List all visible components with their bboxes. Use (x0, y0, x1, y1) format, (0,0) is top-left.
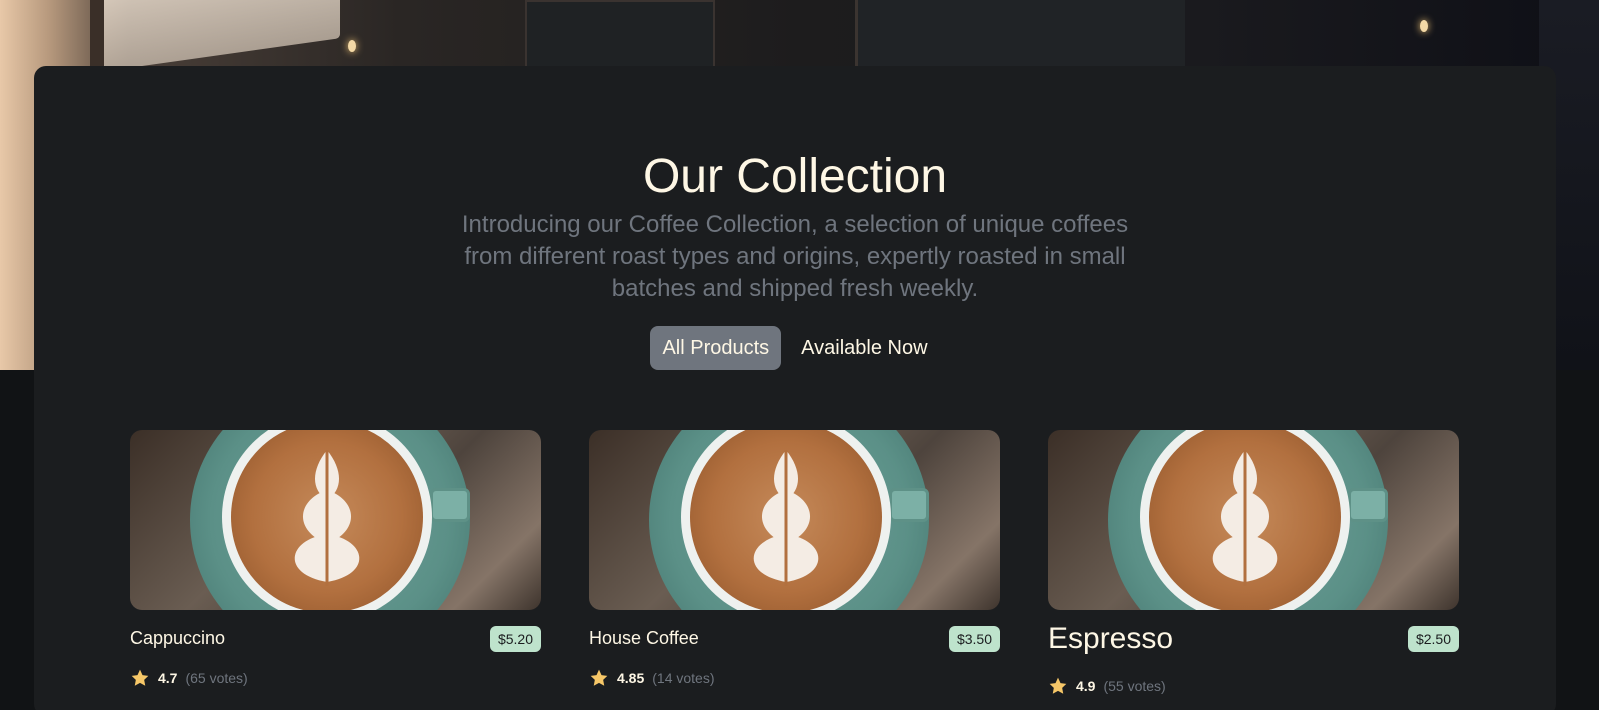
rating-score: 4.85 (617, 670, 645, 686)
collection-panel: Our Collection Introducing our Coffee Co… (34, 66, 1556, 710)
latte-art-icon (294, 450, 360, 586)
rating-score: 4.7 (158, 670, 178, 686)
star-icon (131, 669, 149, 686)
lamp-light (348, 40, 356, 52)
price-badge: $5.20 (489, 626, 541, 652)
product-grid: Cappuccino $5.20 4.7 (65 votes) House Co… (130, 430, 1460, 694)
cafe-awning (100, 0, 340, 72)
coffee-cup-image (589, 430, 1000, 610)
price-badge: $2.50 (1407, 626, 1459, 652)
chalkboard (525, 0, 715, 70)
chalkboard (855, 0, 1185, 70)
product-card[interactable]: Espresso $2.50 4.9 (55 votes) (1048, 430, 1459, 694)
collection-description: Introducing our Coffee Collection, a sel… (461, 211, 1129, 302)
latte-art-icon (1212, 450, 1278, 586)
filter-tabs: All Products Available Now (34, 326, 1556, 370)
star-icon (1049, 677, 1067, 694)
page-title: Our Collection (642, 150, 948, 203)
product-name: House Coffee (589, 628, 699, 648)
rating-score: 4.9 (1076, 678, 1096, 694)
product-rating: 4.7 (65 votes) (130, 668, 248, 688)
wooden-post (90, 0, 104, 70)
product-card[interactable]: Cappuccino $5.20 4.7 (65 votes) (130, 430, 541, 694)
tab-available-now[interactable]: Available Now (789, 326, 939, 370)
latte-art-icon (753, 450, 819, 586)
rating-votes: (14 votes) (652, 670, 715, 686)
product-name: Cappuccino (130, 628, 226, 648)
rating-votes: (55 votes) (1103, 678, 1166, 694)
product-rating: 4.85 (14 votes) (589, 668, 715, 688)
coffee-cup-image (1048, 430, 1459, 610)
tab-all-products[interactable]: All Products (650, 326, 782, 370)
price-badge: $3.50 (948, 626, 1000, 652)
coffee-cup-image (130, 430, 541, 610)
product-rating: 4.9 (55 votes) (1048, 676, 1166, 696)
product-card[interactable]: House Coffee $3.50 4.85 (14 votes) (589, 430, 1000, 694)
product-name: Espresso (1048, 622, 1174, 655)
lamp-light (1420, 20, 1428, 32)
star-icon (590, 669, 608, 686)
rating-votes: (65 votes) (185, 670, 248, 686)
